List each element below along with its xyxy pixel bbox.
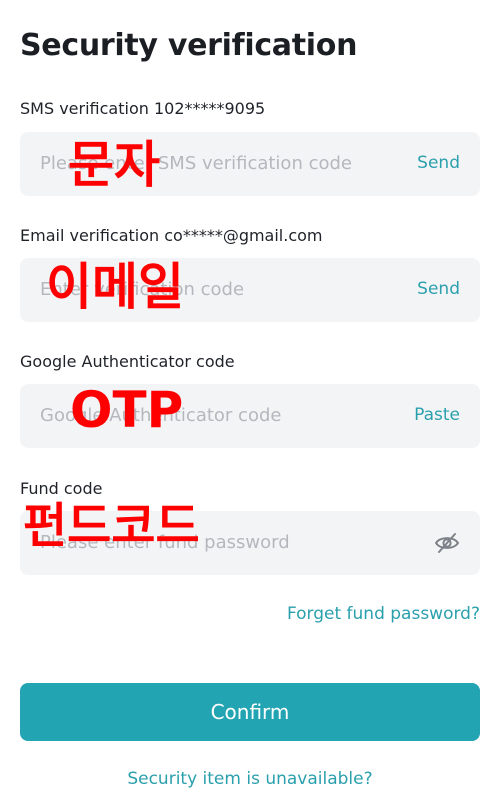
forgot-fund-password-link[interactable]: Forget fund password? xyxy=(287,604,480,624)
email-annotation: 이메일 xyxy=(46,258,184,316)
paste-button[interactable]: Paste xyxy=(414,405,460,425)
otp-annotation: OTP xyxy=(70,381,184,439)
confirm-button[interactable]: Confirm xyxy=(20,683,480,741)
sms-verification-label: SMS verification 102*****9095 xyxy=(20,99,266,118)
fund-code-label: Fund code xyxy=(20,479,103,498)
page-title: Security verification xyxy=(20,28,358,63)
email-send-button[interactable]: Send xyxy=(417,279,460,299)
security-item-unavailable-link[interactable]: Security item is unavailable? xyxy=(0,769,500,789)
google-authenticator-label: Google Authenticator code xyxy=(20,352,235,371)
sms-send-button[interactable]: Send xyxy=(417,153,460,173)
fund-code-annotation: 펀드코드 xyxy=(23,498,200,554)
sms-annotation: 문자 xyxy=(68,136,160,194)
email-verification-label: Email verification co*****@gmail.com xyxy=(20,226,323,245)
eye-off-icon[interactable] xyxy=(434,530,460,556)
